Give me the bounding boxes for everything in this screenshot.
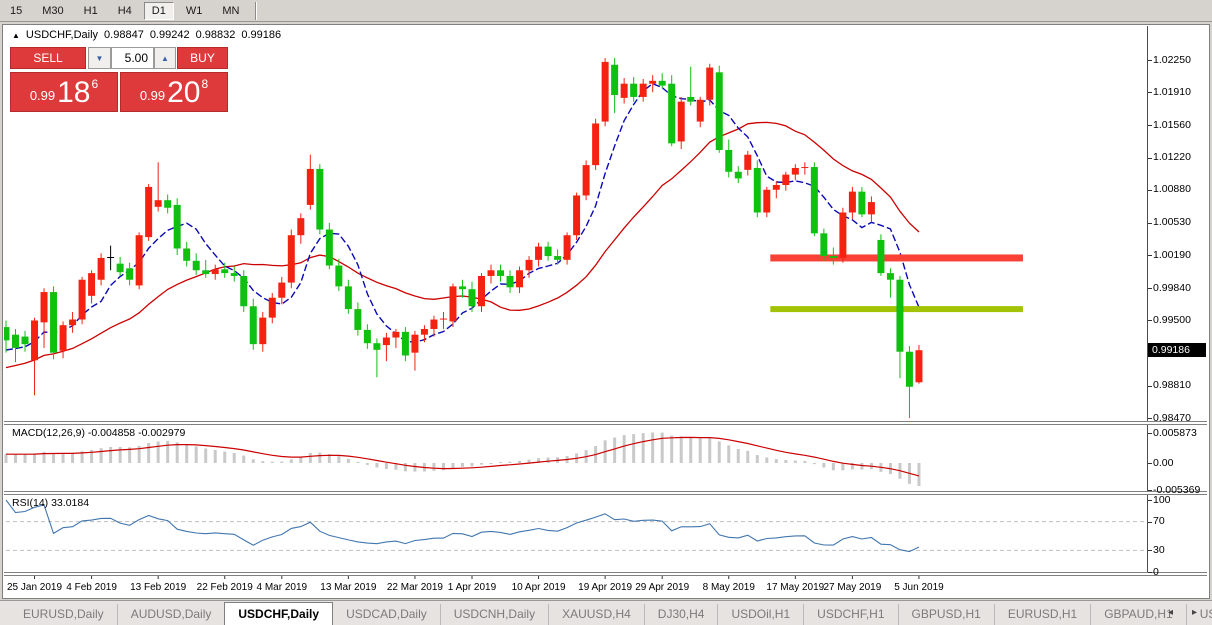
price-axis-label: 1.00530 bbox=[1153, 216, 1191, 228]
rsi-axis-label: 30 bbox=[1153, 544, 1165, 556]
axis-tick bbox=[1148, 550, 1152, 551]
chart-tab-usdcad-daily[interactable]: USDCAD,Daily bbox=[333, 604, 440, 625]
date-tick-label: 4 Feb 2019 bbox=[66, 582, 117, 593]
date-tick-label: 4 Mar 2019 bbox=[256, 582, 307, 593]
axis-tick bbox=[1148, 522, 1152, 523]
mt4-terminal: { "toolbar": { "buttons": ["15", "M30", … bbox=[0, 0, 1212, 625]
price-axis-label: 1.00880 bbox=[1153, 183, 1191, 195]
price-axis-label: 1.02250 bbox=[1153, 54, 1191, 66]
price-axis-label: 1.00190 bbox=[1153, 249, 1191, 261]
toolbar-separator bbox=[255, 2, 257, 20]
date-tick-label: 1 Apr 2019 bbox=[448, 582, 497, 593]
price-chart-canvas[interactable] bbox=[4, 26, 1148, 421]
price-axis-label: 1.01220 bbox=[1153, 151, 1191, 163]
chart-tab-gbpusd-h1[interactable]: GBPUSD,H1 bbox=[898, 604, 994, 625]
date-tick-label: 22 Mar 2019 bbox=[387, 582, 444, 593]
axis-tick bbox=[1148, 463, 1152, 464]
timeframe-button-15[interactable]: 15 bbox=[2, 2, 30, 20]
axis-tick bbox=[1148, 386, 1152, 387]
price-axis-label: 1.01560 bbox=[1153, 119, 1191, 131]
timeframe-button-d1[interactable]: D1 bbox=[144, 2, 174, 20]
chart-tab-eurusd-h1[interactable]: EURUSD,H1 bbox=[994, 604, 1090, 625]
timeframe-button-w1[interactable]: W1 bbox=[178, 2, 211, 20]
rsi-axis-label: 0 bbox=[1153, 566, 1159, 578]
date-axis: 25 Jan 2019 4 Feb 2019 13 Feb 2019 22 Feb 2… bbox=[4, 576, 1148, 597]
date-tick-label: 25 Jan 2019 bbox=[7, 582, 62, 593]
macd-label: MACD(12,26,9) -0.004858 -0.002979 bbox=[12, 427, 185, 439]
date-tick-label: 17 May 2019 bbox=[766, 582, 824, 593]
date-tick-label: 27 May 2019 bbox=[823, 582, 881, 593]
price-axis-label: 0.98470 bbox=[1153, 412, 1191, 424]
date-tick-label: 29 Apr 2019 bbox=[635, 582, 689, 593]
rsi-label: RSI(14) 33.0184 bbox=[12, 497, 89, 509]
axis-tick bbox=[1148, 60, 1152, 61]
axis-tick bbox=[1148, 158, 1152, 159]
axis-tick bbox=[1148, 190, 1152, 191]
axis-tick bbox=[1148, 433, 1152, 434]
price-axis-label: 0.99500 bbox=[1153, 314, 1191, 326]
tab-scroll-right-icon[interactable]: ▸ bbox=[1192, 607, 1197, 618]
chart-tab-eurusd-daily[interactable]: EURUSD,Daily bbox=[10, 604, 117, 625]
tab-scroll-left-icon[interactable]: ◂ bbox=[1168, 607, 1173, 618]
axis-tick bbox=[1148, 125, 1152, 126]
current-price-tag: 0.99186 bbox=[1148, 343, 1206, 357]
chart-tab-bar: EURUSD,DailyAUDUSD,DailyUSDCHF,DailyUSDC… bbox=[0, 600, 1212, 625]
date-tick-label: 5 Jun 2019 bbox=[894, 582, 944, 593]
axis-tick bbox=[1148, 500, 1152, 501]
chart-tab-usdoil-h1[interactable]: USDOil,H1 bbox=[717, 604, 803, 625]
date-tick-label: 13 Mar 2019 bbox=[320, 582, 377, 593]
timeframe-button-h4[interactable]: H4 bbox=[110, 2, 140, 20]
timeframe-button-mn[interactable]: MN bbox=[214, 2, 247, 20]
date-tick-label: 8 May 2019 bbox=[703, 582, 756, 593]
chart-tab-usdchf-h1[interactable]: USDCHF,H1 bbox=[803, 604, 897, 625]
axis-tick bbox=[1148, 572, 1152, 573]
axis-tick bbox=[1148, 223, 1152, 224]
timeframe-button-h1[interactable]: H1 bbox=[76, 2, 106, 20]
chart-tab-xauusd-h4[interactable]: XAUUSD,H4 bbox=[548, 604, 644, 625]
macd-axis-label: 0.005873 bbox=[1153, 427, 1197, 439]
price-axis-label: 0.98810 bbox=[1153, 379, 1191, 391]
rsi-axis-label: 100 bbox=[1153, 494, 1171, 506]
date-tick-label: 10 Apr 2019 bbox=[512, 582, 566, 593]
axis-tick bbox=[1148, 320, 1152, 321]
date-tick-label: 19 Apr 2019 bbox=[578, 582, 632, 593]
axis-tick bbox=[1148, 288, 1152, 289]
chart-tab-usdcnh-daily[interactable]: USDCNH,Daily bbox=[440, 604, 548, 625]
timeframe-toolbar: 15M30 H1H4D1W1MN bbox=[0, 0, 1212, 22]
axis-tick bbox=[1148, 490, 1152, 491]
date-tick-label: 13 Feb 2019 bbox=[130, 582, 187, 593]
timeframe-button-m30[interactable]: M30 bbox=[34, 2, 71, 20]
chart-tab-audusd-daily[interactable]: AUDUSD,Daily bbox=[117, 604, 225, 625]
axis-tick bbox=[1148, 255, 1152, 256]
chart-tab-usdchf-daily[interactable]: USDCHF,Daily bbox=[224, 602, 333, 625]
price-axis-label: 1.01910 bbox=[1153, 86, 1191, 98]
price-axis-label: 0.99840 bbox=[1153, 282, 1191, 294]
axis-tick bbox=[1148, 92, 1152, 93]
date-tick-label: 22 Feb 2019 bbox=[197, 582, 254, 593]
macd-axis-label: 0.00 bbox=[1153, 457, 1173, 469]
rsi-panel-canvas[interactable] bbox=[4, 495, 1148, 572]
chart-tab-dj30-h4[interactable]: DJ30,H4 bbox=[644, 604, 718, 625]
rsi-axis-label: 70 bbox=[1153, 515, 1165, 527]
chart-tab-usdjp[interactable]: USDJP bbox=[1186, 604, 1212, 625]
axis-tick bbox=[1148, 418, 1152, 419]
